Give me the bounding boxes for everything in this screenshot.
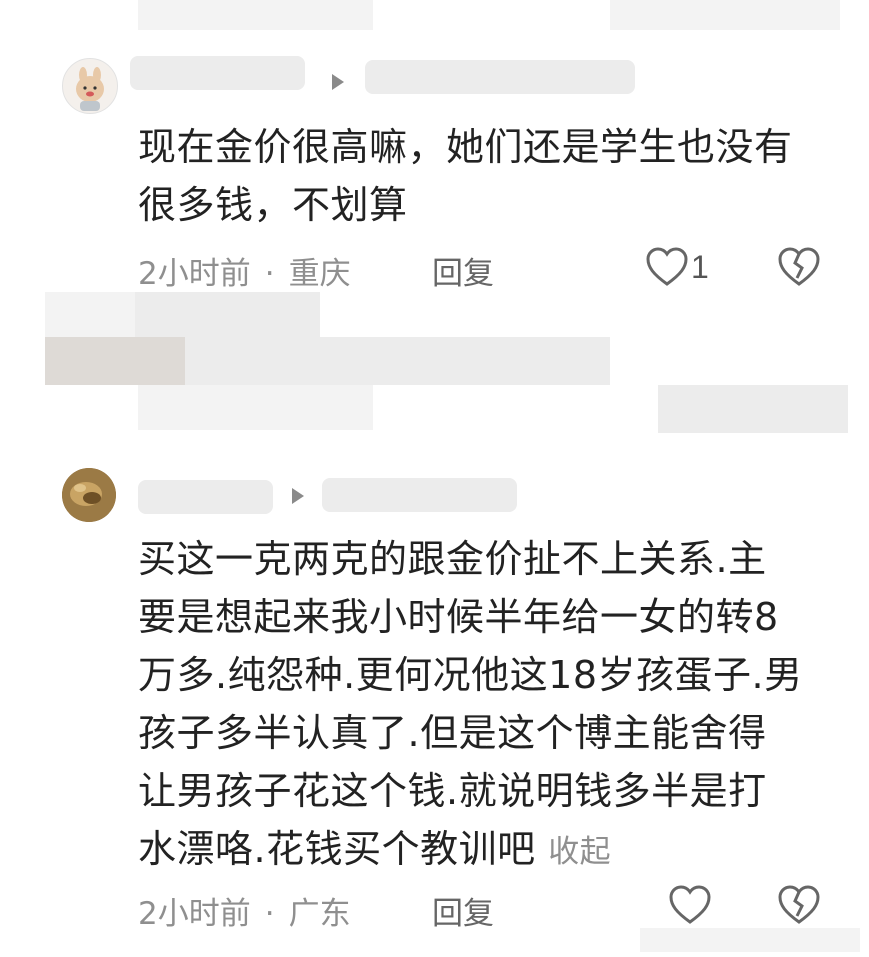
- avatar-image: [76, 67, 104, 111]
- broken-heart-icon: [778, 885, 820, 924]
- comment-location: 广东: [288, 896, 351, 932]
- reply-button[interactable]: 回复: [432, 248, 494, 293]
- dislike-button[interactable]: [777, 246, 821, 292]
- comment-text-line: 孩子多半认真了.但是这个博主能舍得: [138, 711, 767, 755]
- collapse-button[interactable]: 收起: [548, 834, 611, 870]
- avatar[interactable]: [62, 468, 116, 522]
- triangle-right-icon: [292, 488, 304, 504]
- reply-button[interactable]: 回复: [432, 888, 494, 933]
- username-blurred[interactable]: [138, 480, 273, 514]
- reply-target-blurred[interactable]: [322, 478, 517, 512]
- heart-outline-icon: [669, 885, 711, 924]
- like-count: 1: [691, 248, 709, 285]
- avatar-image: [62, 468, 116, 522]
- comment-text-line: 要是想起来我小时候半年给一女的转8: [138, 595, 779, 639]
- meta-separator: ·: [264, 896, 275, 932]
- comment-text-line: 万多.纯怨种.更何况他这18岁孩蛋子.男: [138, 653, 803, 697]
- dislike-button[interactable]: [777, 884, 821, 930]
- blurred-area: [658, 385, 848, 433]
- blurred-area: [138, 0, 373, 30]
- comment-text-line: 很多钱，不划算: [138, 183, 408, 227]
- username-blurred[interactable]: [130, 56, 305, 90]
- avatar[interactable]: [62, 58, 118, 114]
- comment-meta: 2小时前 · 重庆: [138, 248, 351, 293]
- like-button[interactable]: [668, 884, 712, 926]
- comment-text: 现在金价很高嘛，她们还是学生也没有 很多钱，不划算: [138, 118, 793, 234]
- blurred-area: [135, 292, 320, 337]
- reply-target-blurred[interactable]: [365, 60, 635, 94]
- comment-text-line: 买这一克两克的跟金价扯不上关系.主: [138, 537, 767, 581]
- blurred-area: [45, 292, 135, 337]
- comment-text-line: 让男孩子花这个钱.就说明钱多半是打: [138, 769, 767, 813]
- comment-meta: 2小时前 · 广东: [138, 888, 351, 933]
- heart-outline-icon: [646, 247, 688, 286]
- comment-text-line: 现在金价很高嘛，她们还是学生也没有: [138, 125, 793, 169]
- triangle-right-icon: [332, 74, 344, 90]
- comment-text-line: 水漂咯.花钱买个教训吧 收起: [138, 820, 803, 881]
- blurred-area: [185, 337, 610, 385]
- blurred-area: [45, 337, 185, 385]
- comment-text-last: 水漂咯.花钱买个教训吧: [138, 827, 536, 871]
- like-button[interactable]: 1: [645, 246, 709, 288]
- comment-text: 买这一克两克的跟金价扯不上关系.主 要是想起来我小时候半年给一女的转8 万多.纯…: [138, 530, 803, 881]
- meta-separator: ·: [264, 256, 275, 292]
- comment-time: 2小时前: [138, 896, 251, 932]
- comment-location: 重庆: [288, 256, 351, 292]
- blurred-area: [610, 0, 840, 30]
- watermark-blurred: [640, 928, 860, 952]
- blurred-area: [138, 385, 373, 430]
- broken-heart-icon: [778, 247, 820, 286]
- comment-time: 2小时前: [138, 256, 251, 292]
